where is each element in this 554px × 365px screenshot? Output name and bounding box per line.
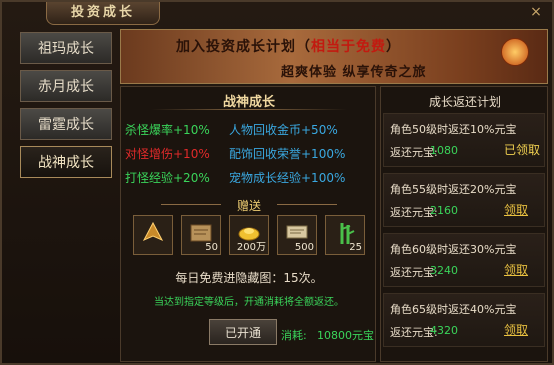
stat-left-3: 打怪经验+20% (125, 171, 210, 185)
gift-qty: 25 (349, 242, 362, 253)
claim-button[interactable]: 领取 (504, 201, 528, 218)
promo-banner: 加入投资成长计划（相当于免费） 超爽体验 纵享传奇之旅 (120, 29, 548, 84)
reward-row: 角色50级时返还10%元宝 返还元宝: 1080 已领取 (383, 113, 545, 167)
claim-button[interactable]: 领取 (504, 261, 528, 278)
reward-desc: 角色55级时返还20%元宝 (390, 183, 517, 196)
banner-line1: 加入投资成长计划（相当于免费） (176, 36, 401, 56)
panel-title: 战神成长 (222, 95, 275, 110)
gift-divider-right (277, 204, 337, 205)
claim-button[interactable]: 领取 (504, 321, 528, 338)
gift-title: 赠送 (236, 199, 261, 213)
emblem-icon (501, 38, 529, 66)
growth-nav: 祖玛成长 赤月成长 雷霆成长 战神成长 (20, 32, 114, 184)
stat-left-2: 对怪增伤+10% (125, 147, 210, 161)
claimed-button[interactable]: 已领取 (504, 141, 540, 158)
reward-desc: 角色60级时返还30%元宝 (390, 243, 517, 256)
investment-growth-window: 投资成长 × 祖玛成长 赤月成长 雷霆成长 战神成长 加入投资成长计划（相当于免… (0, 0, 554, 365)
nav-item-chiyue[interactable]: 赤月成长 (20, 70, 112, 102)
refund-plan-title: 成长返还计划 (428, 95, 501, 109)
reward-value: 1080 (430, 144, 458, 157)
window-title: 投资成长 (46, 2, 160, 25)
cost-label: 消耗: (281, 329, 307, 342)
nav-item-zhanshen[interactable]: 战神成长 (20, 146, 112, 178)
reward-row: 角色55级时返还20%元宝 返还元宝: 2160 领取 (383, 173, 545, 227)
gift-slot-1[interactable] (133, 215, 173, 255)
gift-qty: 50 (205, 242, 218, 253)
banner-line1-suffix: ） (386, 39, 401, 55)
gift-slot-5[interactable]: 25 (325, 215, 365, 255)
reward-value: 4320 (430, 324, 458, 337)
gift-qty: 200万 (236, 242, 266, 253)
stat-right-2: 配饰回收荣誉+100% (229, 147, 346, 161)
reward-row: 角色65级时返还40%元宝 返还元宝: 4320 领取 (383, 293, 545, 347)
stat-right-3: 宠物成长经验+100% (229, 171, 346, 185)
stat-right-1: 人物回收金币+50% (229, 123, 338, 137)
close-icon[interactable]: × (528, 4, 544, 20)
stat-left-1: 杀怪爆率+10% (125, 123, 210, 137)
daily-free-entries: 每日免费进隐藏图：15次。 (175, 271, 323, 285)
reward-desc: 角色50级时返还10%元宝 (390, 123, 517, 136)
reward-value: 3240 (430, 264, 458, 277)
banner-line1-prefix: 加入投资成长计划（ (176, 39, 311, 55)
reward-desc: 角色65级时返还40%元宝 (390, 303, 517, 316)
reward-row: 角色60级时返还30%元宝 返还元宝: 3240 领取 (383, 233, 545, 287)
nav-item-leiting[interactable]: 雷霆成长 (20, 108, 112, 140)
cost-value: 10800元宝 (317, 329, 374, 342)
nav-item-zuma[interactable]: 祖玛成长 (20, 32, 112, 64)
armor-piece-icon (142, 221, 164, 242)
gift-slot-2[interactable]: 50 (181, 215, 221, 255)
refund-plan-panel: 成长返还计划 角色50级时返还10%元宝 返还元宝: 1080 已领取 角色55… (380, 86, 548, 362)
gift-slot-3[interactable]: 200万 (229, 215, 269, 255)
title-divider (151, 109, 347, 110)
growth-detail-panel: 战神成长 杀怪爆率+10% 对怪增伤+10% 打怪经验+20% 人物回收金币+5… (120, 86, 376, 362)
reward-value: 2160 (430, 204, 458, 217)
gift-slot-4[interactable]: 500 (277, 215, 317, 255)
banner-line2: 超爽体验 纵享传奇之旅 (281, 65, 427, 80)
banner-line1-highlight: 相当于免费 (311, 39, 386, 55)
gift-qty: 500 (294, 242, 314, 253)
activated-button[interactable]: 已开通 (209, 319, 277, 345)
refund-note: 当达到指定等级后，开通消耗将全额返还。 (154, 297, 344, 308)
